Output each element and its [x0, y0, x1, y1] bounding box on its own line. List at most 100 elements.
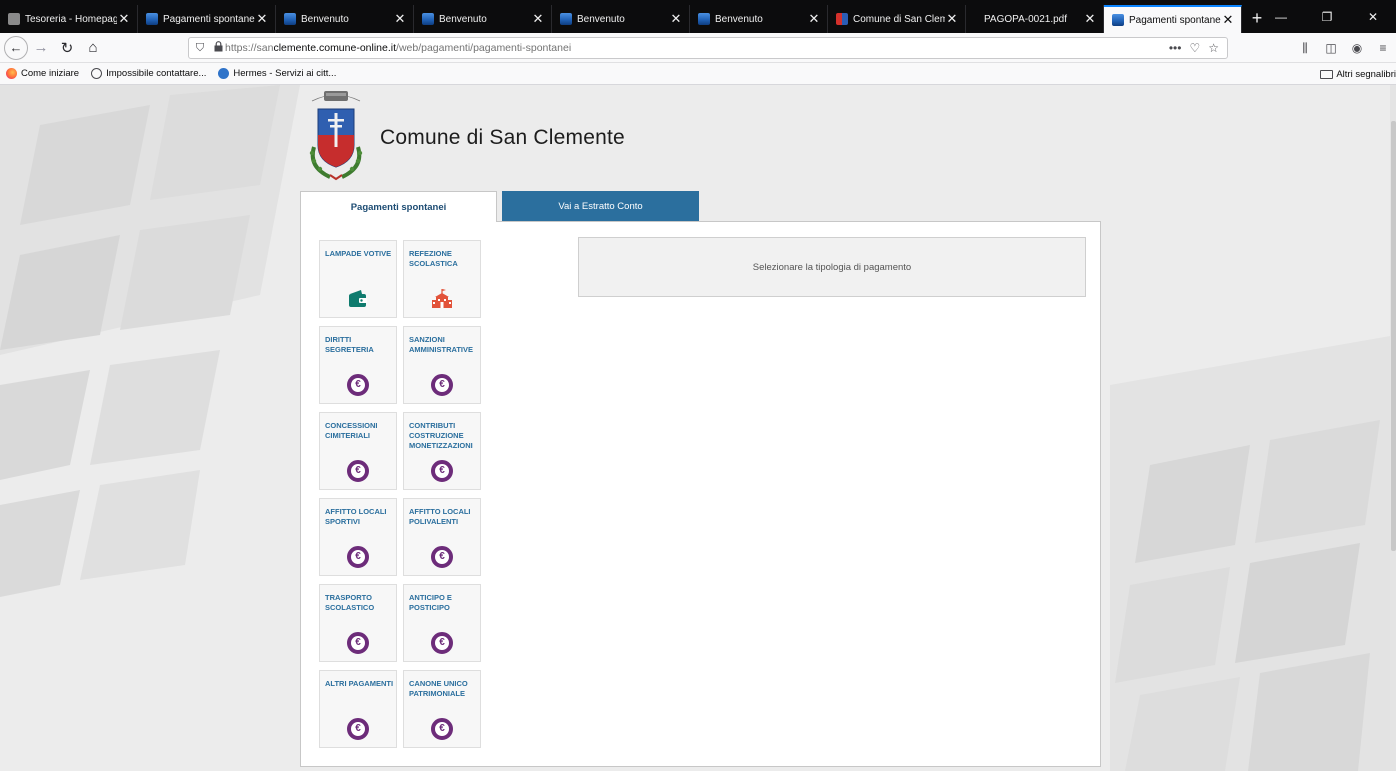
url-domain: clemente.comune-online.it	[273, 42, 397, 54]
bookmark-star-icon[interactable]: ☆	[1208, 41, 1219, 55]
forward-arrow-icon[interactable]: →	[28, 35, 54, 61]
tile-label: ANTICIPO E POSTICIPO	[409, 593, 452, 612]
close-tab-icon[interactable]: ✕	[945, 12, 959, 26]
tile-label: SANZIONI AMMINISTRATIVE	[409, 335, 474, 354]
bookmark-item[interactable]: Hermes - Servizi ai citt...	[218, 68, 336, 79]
url-path: /web/pagamenti/pagamenti-spontanei	[396, 42, 572, 54]
euro-symbol: €	[439, 465, 445, 476]
tile-lampade-votive[interactable]: LAMPADE VOTIVE	[319, 240, 397, 318]
url-text[interactable]: https://sanclemente.comune-online.it/web…	[225, 42, 1169, 54]
browser-tab[interactable]: Comune di San Clemente ✕	[828, 5, 966, 33]
browser-tab[interactable]: Tesoreria - Homepage ✕	[0, 5, 138, 33]
lock-icon[interactable]	[211, 41, 225, 55]
tile-diritti-segreteria[interactable]: DIRITTI SEGRETERIA €	[319, 326, 397, 404]
euro-symbol: €	[355, 379, 361, 390]
url-bar[interactable]: ⛉ https://sanclemente.comune-online.it/w…	[188, 37, 1228, 59]
page-actions-icon[interactable]: •••	[1169, 41, 1182, 55]
payment-type-grid: LAMPADE VOTIVE REFEZIONE SCOLASTICA DIRI…	[319, 240, 481, 748]
close-tab-icon[interactable]: ✕	[1221, 13, 1235, 27]
comune-crest-icon	[300, 87, 372, 183]
tile-affitto-locali-sportivi[interactable]: AFFITTO LOCALI SPORTIVI €	[319, 498, 397, 576]
site-favicon-icon	[422, 13, 434, 25]
site-favicon-icon	[146, 13, 158, 25]
euro-symbol: €	[439, 637, 445, 648]
site-favicon-icon	[560, 13, 572, 25]
browser-tab[interactable]: Benvenuto ✕	[690, 5, 828, 33]
browser-nav-bar: ← → ↻ ⌂ ⛉ https://sanclemente.comune-onl…	[0, 33, 1396, 63]
tile-altri-pagamenti[interactable]: ALTRI PAGAMENTI €	[319, 670, 397, 748]
euro-symbol: €	[355, 551, 361, 562]
tile-refezione-scolastica[interactable]: REFEZIONE SCOLASTICA	[403, 240, 481, 318]
close-tab-icon[interactable]: ✕	[807, 12, 821, 26]
browser-tab-active[interactable]: Pagamenti spontanei ✕	[1104, 5, 1242, 33]
browser-tab[interactable]: Benvenuto ✕	[414, 5, 552, 33]
tab-pagamenti-spontanei[interactable]: Pagamenti spontanei	[300, 191, 497, 222]
euro-icon: €	[347, 632, 369, 654]
tile-label: REFEZIONE SCOLASTICA	[409, 249, 458, 268]
tesoreria-favicon-icon	[8, 13, 20, 25]
scrollbar-thumb[interactable]	[1391, 121, 1396, 551]
maximize-button[interactable]: ❐	[1304, 10, 1350, 24]
browser-tab-label: Benvenuto	[439, 13, 487, 25]
tab-estratto-conto[interactable]: Vai a Estratto Conto	[502, 191, 699, 221]
bookmark-label: Hermes - Servizi ai citt...	[233, 68, 337, 79]
home-icon[interactable]: ⌂	[80, 35, 106, 61]
euro-icon: €	[347, 460, 369, 482]
bookmark-item[interactable]: Impossibile contattare...	[91, 68, 206, 79]
minimize-button[interactable]: —	[1258, 10, 1304, 24]
close-tab-icon[interactable]: ✕	[531, 12, 545, 26]
other-bookmarks[interactable]: Altri segnalibri	[1320, 63, 1396, 85]
page-content: Comune di San Clemente Pagamenti spontan…	[0, 85, 1396, 771]
comune-favicon-icon	[836, 13, 848, 25]
page-scrollbar[interactable]	[1390, 85, 1396, 771]
browser-tab[interactable]: PAGOPA-0021.pdf ✕	[966, 5, 1104, 33]
browser-tab[interactable]: Benvenuto ✕	[552, 5, 690, 33]
pocket-icon[interactable]: ♡	[1189, 41, 1200, 55]
tile-concessioni-cimiteriali[interactable]: CONCESSIONI CIMITERIALI €	[319, 412, 397, 490]
wallet-icon	[347, 288, 369, 310]
tile-contributi-costruzione[interactable]: CONTRIBUTI COSTRUZIONE MONETIZZAZIONI €	[403, 412, 481, 490]
account-icon[interactable]: ◉	[1344, 41, 1370, 55]
hermes-icon	[218, 68, 230, 79]
browser-tab-label: Pagamenti spontanei	[1129, 14, 1221, 26]
reload-icon[interactable]: ↻	[54, 35, 80, 61]
close-tab-icon[interactable]: ✕	[1083, 12, 1097, 26]
euro-icon: €	[431, 718, 453, 740]
euro-icon: €	[347, 546, 369, 568]
tile-affitto-locali-polivalenti[interactable]: AFFITTO LOCALI POLIVALENTI €	[403, 498, 481, 576]
browser-tab-label: Benvenuto	[301, 13, 349, 25]
other-bookmarks-label: Altri segnalibri	[1336, 68, 1396, 80]
close-tab-icon[interactable]: ✕	[117, 12, 131, 26]
browser-tab[interactable]: Pagamenti spontanei ✕	[138, 5, 276, 33]
payment-tabs: Pagamenti spontanei Vai a Estratto Conto	[300, 191, 699, 222]
tile-trasporto-scolastico[interactable]: TRASPORTO SCOLASTICO €	[319, 584, 397, 662]
tile-label: TRASPORTO SCOLASTICO	[325, 593, 375, 612]
close-tab-icon[interactable]: ✕	[255, 12, 269, 26]
site-favicon-icon	[698, 13, 710, 25]
site-favicon-icon	[284, 13, 296, 25]
close-tab-icon[interactable]: ✕	[393, 12, 407, 26]
browser-tab-label: Tesoreria - Homepage	[25, 13, 117, 25]
bookmark-label: Come iniziare	[21, 68, 80, 79]
tile-canone-unico-patrimoniale[interactable]: CANONE UNICO PATRIMONIALE €	[403, 670, 481, 748]
euro-icon: €	[347, 374, 369, 396]
browser-tab[interactable]: Benvenuto ✕	[276, 5, 414, 33]
sidebar-icon[interactable]: ◫	[1318, 41, 1344, 55]
tile-sanzioni-amministrative[interactable]: SANZIONI AMMINISTRATIVE €	[403, 326, 481, 404]
tile-label: AFFITTO LOCALI SPORTIVI	[325, 507, 387, 526]
menu-icon[interactable]: ≡	[1370, 41, 1396, 55]
school-icon	[431, 288, 453, 310]
back-arrow-icon[interactable]: ←	[4, 35, 28, 60]
toolbar-icons: ⫼ ◫ ◉ ≡	[1292, 33, 1396, 63]
bookmarks-bar: Come iniziare Impossibile contattare... …	[0, 63, 1396, 85]
tracking-shield-icon[interactable]: ⛉	[189, 42, 211, 55]
library-icon[interactable]: ⫼	[1292, 41, 1318, 56]
close-window-button[interactable]: ✕	[1350, 10, 1396, 24]
tile-label: LAMPADE VOTIVE	[325, 249, 392, 258]
site-title: Comune di San Clemente	[380, 126, 625, 149]
bookmark-item[interactable]: Come iniziare	[6, 68, 79, 79]
euro-symbol: €	[439, 723, 445, 734]
tile-anticipo-posticipo[interactable]: ANTICIPO E POSTICIPO €	[403, 584, 481, 662]
close-tab-icon[interactable]: ✕	[669, 12, 683, 26]
url-prefix: https://san	[225, 42, 274, 54]
